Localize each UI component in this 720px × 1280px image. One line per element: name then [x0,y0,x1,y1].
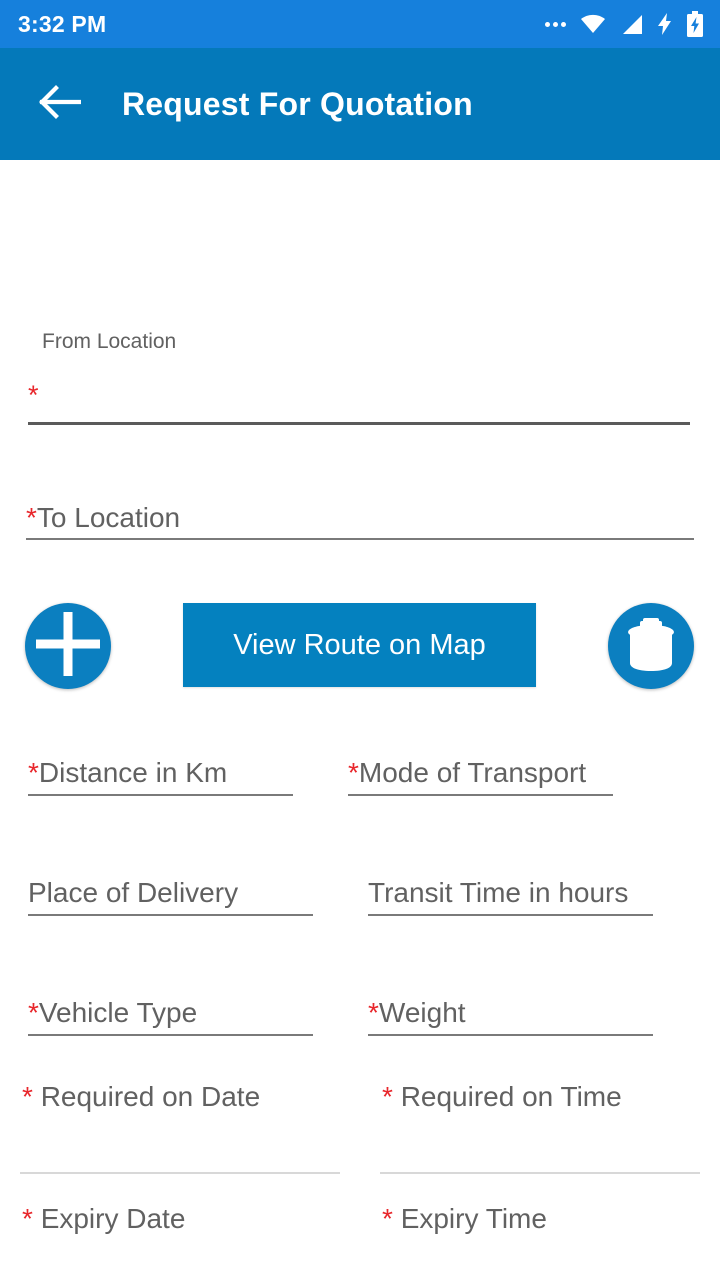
transit-time-underline [368,914,653,916]
charging-bolt-icon [658,13,672,35]
view-route-on-map-button[interactable]: View Route on Map [183,603,536,687]
required-time-marker: * [382,1081,393,1112]
expiry-time-marker: * [382,1203,393,1234]
status-bar-clock: 3:32 PM [18,10,107,37]
back-button[interactable] [24,68,96,140]
from-location-required-marker: * [28,380,39,410]
mode-of-transport-label: *Mode of Transport [348,759,586,787]
expiry-time-label: * Expiry Time [382,1205,547,1233]
distance-label-text: Distance in Km [38,757,228,788]
required-on-time-label: * Required on Time [382,1083,622,1111]
mode-label-text: Mode of Transport [358,757,587,788]
weight-required-marker: * [368,997,379,1028]
to-location-underline [26,538,694,540]
add-icon [34,610,102,683]
weight-label: *Weight [368,999,466,1027]
expiry-date-label-text: Expiry Date [40,1203,186,1234]
to-location-label-text: To Location [36,502,181,533]
transit-time-label: Transit Time in hours [368,877,629,908]
distance-required-marker: * [28,757,39,788]
place-of-delivery-underline [28,914,313,916]
page-title: Request For Quotation [122,85,473,122]
status-bar: 3:32 PM [0,0,720,48]
weight-underline [368,1034,653,1036]
required-on-date-divider [20,1172,340,1174]
required-date-marker: * [22,1081,33,1112]
to-location-required-marker: * [26,502,37,533]
expiry-time-label-text: Expiry Time [400,1203,547,1234]
required-on-time-divider [380,1172,700,1174]
required-on-date-label: * Required on Date [22,1083,260,1111]
delete-icon [625,616,677,677]
place-of-delivery-label: Place of Delivery [28,877,239,908]
add-location-button[interactable] [25,603,111,689]
cell-signal-icon [620,14,644,35]
from-location-label: From Location [42,330,177,353]
wifi-icon [580,14,606,34]
required-on-date-label-text: Required on Date [40,1081,261,1112]
app-bar: Request For Quotation [0,48,720,160]
weight-label-text: Weight [378,997,466,1028]
battery-charging-icon [686,11,704,37]
delete-location-button[interactable] [608,603,694,689]
distance-underline [28,794,293,796]
form-scroll-area[interactable]: From Location * *To Location View Route … [0,160,720,1280]
expiry-date-marker: * [22,1203,33,1234]
from-location-underline [28,422,690,425]
mode-of-transport-underline [348,794,613,796]
vehicle-type-label: *Vehicle Type [28,999,197,1027]
vehicle-type-underline [28,1034,313,1036]
distance-in-km-label: *Distance in Km [28,759,227,787]
rfq-screen: 3:32 PM Request For Quotation From Locat… [0,0,720,1280]
more-dots-icon [545,21,566,27]
expiry-date-label: * Expiry Date [22,1205,185,1233]
to-location-label: *To Location [26,504,180,532]
vehicle-type-required-marker: * [28,997,39,1028]
status-bar-icons [545,11,704,37]
vehicle-type-label-text: Vehicle Type [38,997,198,1028]
mode-required-marker: * [348,757,359,788]
required-on-time-label-text: Required on Time [400,1081,622,1112]
back-arrow-icon [39,84,82,124]
